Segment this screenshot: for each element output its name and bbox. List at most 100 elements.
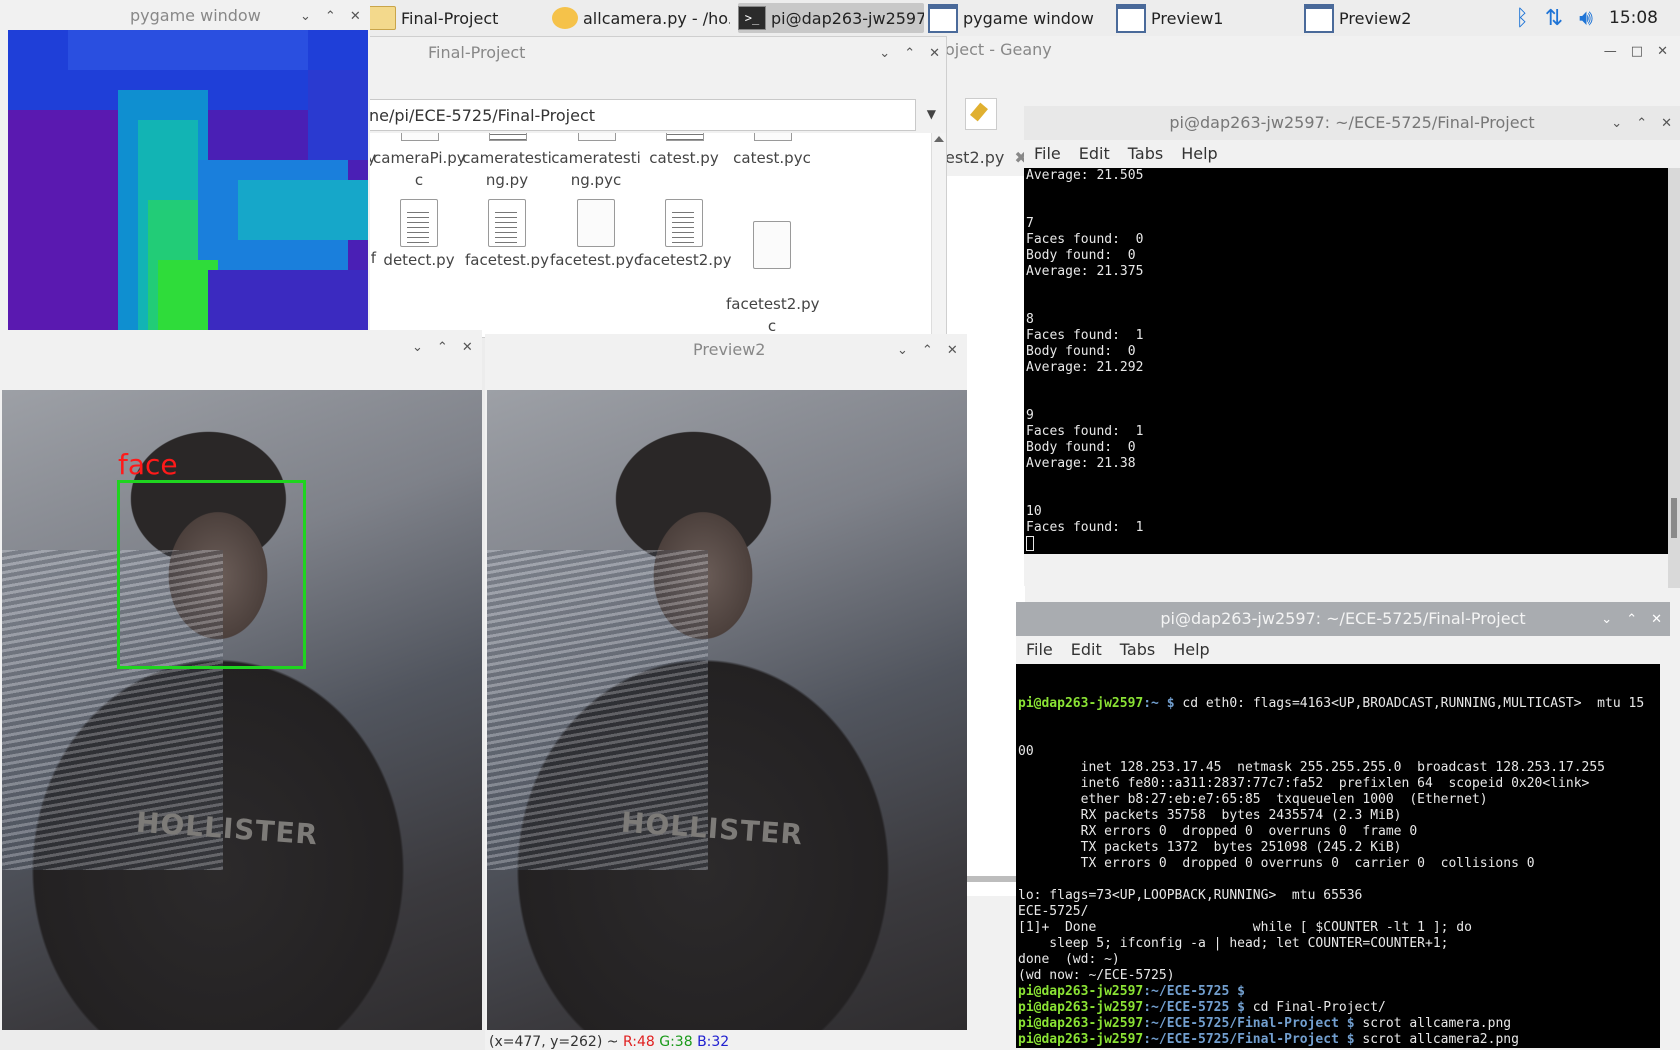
chevron-down-icon[interactable]: ⌄ (897, 343, 908, 358)
taskbar-item-geany[interactable]: allcamera.py - /ho... (552, 3, 730, 33)
taskbar-item-terminal[interactable]: >_ pi@dap263-jw2597... (738, 3, 924, 33)
window-title: oject - Geany (945, 40, 1052, 59)
camera-feed: HOLLISTER (487, 390, 967, 1030)
maximize-icon[interactable]: ⌃ (922, 343, 933, 358)
terminal-cursor (1026, 536, 1668, 554)
prompt-path: :~/ECE-5725 $ (1143, 984, 1245, 999)
network-icon[interactable]: ⇅ (1545, 6, 1563, 31)
text-file-icon (488, 199, 526, 247)
scroll-thumb[interactable] (1671, 498, 1677, 538)
terminal-prompt-line: pi@dap263-jw2597:~/ECE-5725/Final-Projec… (1018, 1016, 1660, 1032)
file-item[interactable]: facetest2.py c (726, 199, 819, 337)
taskbar-item-label: pygame window (963, 8, 1094, 28)
menu-help[interactable]: Help (1173, 640, 1209, 659)
chevron-down-icon[interactable]: ▼ (927, 107, 936, 121)
splitter-handle[interactable] (967, 876, 1017, 882)
taskbar-item-pygame[interactable]: pygame window (928, 3, 1108, 33)
file-item[interactable]: facetest2.py (638, 199, 731, 271)
maximize-icon[interactable]: ⌃ (1626, 612, 1637, 627)
terminal-line: RX packets 35758 bytes 2435574 (2.3 MiB) (1018, 808, 1402, 823)
close-icon[interactable]: ✕ (1651, 612, 1662, 627)
chevron-down-icon[interactable]: ⌄ (412, 340, 423, 355)
window-controls: — □ ✕ (1604, 44, 1668, 59)
chevron-down-icon[interactable]: ⌄ (879, 46, 890, 61)
volume-icon[interactable]: 🔊︎ (1579, 6, 1593, 31)
close-icon[interactable]: ✕ (1657, 44, 1668, 59)
prompt-user: pi@dap263-jw2597 (1018, 1032, 1144, 1047)
maximize-icon[interactable]: ⌃ (1636, 116, 1647, 131)
chevron-down-icon[interactable]: ⌄ (300, 9, 311, 24)
maximize-icon[interactable]: ⌃ (904, 46, 915, 61)
taskbar-item-file-manager[interactable]: Final-Project (368, 3, 538, 33)
preview1-window: ⌄ ⌃ ✕ HOLLISTER face (0, 330, 482, 1030)
terminal-line: sleep 5; ifconfig -a | head; let COUNTER… (1018, 936, 1449, 951)
terminal-line: pi@dap263-jw2597:~ $ cd eth0: flags=4163… (1018, 696, 1645, 711)
path-bar[interactable]: ne/pi/ECE-5725/Final-Project (356, 99, 916, 131)
file-item[interactable]: cameraPi.py c (373, 147, 466, 191)
window-title: pi@dap263-jw2597: ~/ECE-5725/Final-Proje… (1169, 113, 1535, 132)
close-icon[interactable]: ✕ (462, 340, 473, 355)
terminal-line: Faces found: 1 (1026, 424, 1144, 439)
taskbar-item-preview1[interactable]: Preview1 (1116, 3, 1296, 33)
maximize-icon[interactable]: ⌃ (325, 9, 336, 24)
maximize-icon[interactable]: □ (1631, 44, 1643, 59)
chevron-down-icon[interactable]: ⌄ (1611, 116, 1622, 131)
clear-icon[interactable] (965, 98, 997, 130)
file-item[interactable]: detect.py (373, 199, 465, 271)
terminal-line: inet 128.253.17.45 netmask 255.255.255.0… (1018, 760, 1605, 775)
minimize-icon[interactable]: — (1604, 44, 1617, 59)
file-item[interactable]: catest.pyc (726, 147, 818, 169)
scroll-up-icon[interactable] (934, 136, 944, 142)
close-icon[interactable]: ✕ (929, 46, 940, 61)
taskbar-item-preview2[interactable]: Preview2 (1304, 3, 1474, 33)
terminal-line: Faces found: 0 (1026, 232, 1144, 247)
scrollbar[interactable] (1668, 168, 1680, 588)
window-controls: ⌄ ⌃ ✕ (1601, 612, 1662, 627)
terminal-output[interactable]: pi@dap263-jw2597:~ $ cd eth0: flags=4163… (1016, 664, 1660, 1048)
terminal-line: (wd now: ~/ECE-5725) (1018, 968, 1175, 983)
file-item[interactable]: catest.py (638, 147, 730, 169)
pixel-status: (x=477, y=262) ~ R:48 G:38 B:32 (489, 1034, 730, 1050)
terminal-line: 8 (1026, 312, 1034, 327)
terminal-window: pi@dap263-jw2597: ~/ECE-5725/Final-Proje… (1024, 106, 1680, 588)
prompt-command: scrot allcamera2.png (1354, 1032, 1519, 1047)
menu-file[interactable]: File (1026, 640, 1053, 659)
file-item[interactable]: facetest.py (461, 199, 553, 271)
file-item[interactable]: cameratesti ng.pyc (550, 147, 642, 191)
terminal-line: TX errors 0 dropped 0 overruns 0 carrier… (1018, 856, 1535, 871)
close-icon[interactable]: ✕ (947, 343, 958, 358)
terminal-line: lo: flags=73<UP,LOOPBACK,RUNNING> mtu 65… (1018, 888, 1363, 903)
menu-help[interactable]: Help (1181, 144, 1217, 163)
editor-tab[interactable]: est2.py ✖ (945, 142, 1028, 172)
maximize-icon[interactable]: ⌃ (437, 340, 448, 355)
terminal-line: RX errors 0 dropped 0 overruns 0 frame 0 (1018, 824, 1418, 839)
terminal-line: Body found: 0 (1026, 440, 1136, 455)
titlebar: Final-Project ⌄ ⌃ ✕ (356, 37, 946, 71)
file-item[interactable]: facetest.pyc (550, 199, 642, 271)
close-icon[interactable]: ✕ (1661, 116, 1672, 131)
face-detection-box (117, 480, 306, 669)
menu-tabs[interactable]: Tabs (1120, 640, 1155, 659)
prompt-command: scrot allcamera.png (1354, 1016, 1512, 1031)
preview2-window: Preview2 ⌄ ⌃ ✕ HOLLISTER (x=477, y=262) … (485, 334, 967, 1050)
file-item[interactable]: cameratesti ng.py (461, 147, 553, 191)
prompt-command: cd Final-Project/ (1244, 1000, 1386, 1015)
terminal-icon: >_ (738, 6, 766, 30)
menu-edit[interactable]: Edit (1071, 640, 1102, 659)
clock[interactable]: 15:08 (1609, 8, 1658, 28)
window-title: pygame window (130, 6, 261, 25)
menu-edit[interactable]: Edit (1079, 144, 1110, 163)
terminal-line: Average: 21.292 (1026, 360, 1144, 375)
terminal-line: done (wd: ~) (1018, 952, 1120, 967)
terminal-output[interactable]: Average: 21.505 7 Faces found: 0 Body foun… (1024, 168, 1668, 554)
close-icon[interactable]: ✕ (350, 9, 361, 24)
bluetooth-icon[interactable]: ᛒ (1515, 6, 1528, 31)
menu-file[interactable]: File (1034, 144, 1061, 163)
menu-bar: File Edit Tabs Help (1026, 640, 1210, 659)
scrollbar[interactable] (931, 133, 946, 337)
chevron-down-icon[interactable]: ⌄ (1601, 612, 1612, 627)
menu-tabs[interactable]: Tabs (1128, 144, 1163, 163)
